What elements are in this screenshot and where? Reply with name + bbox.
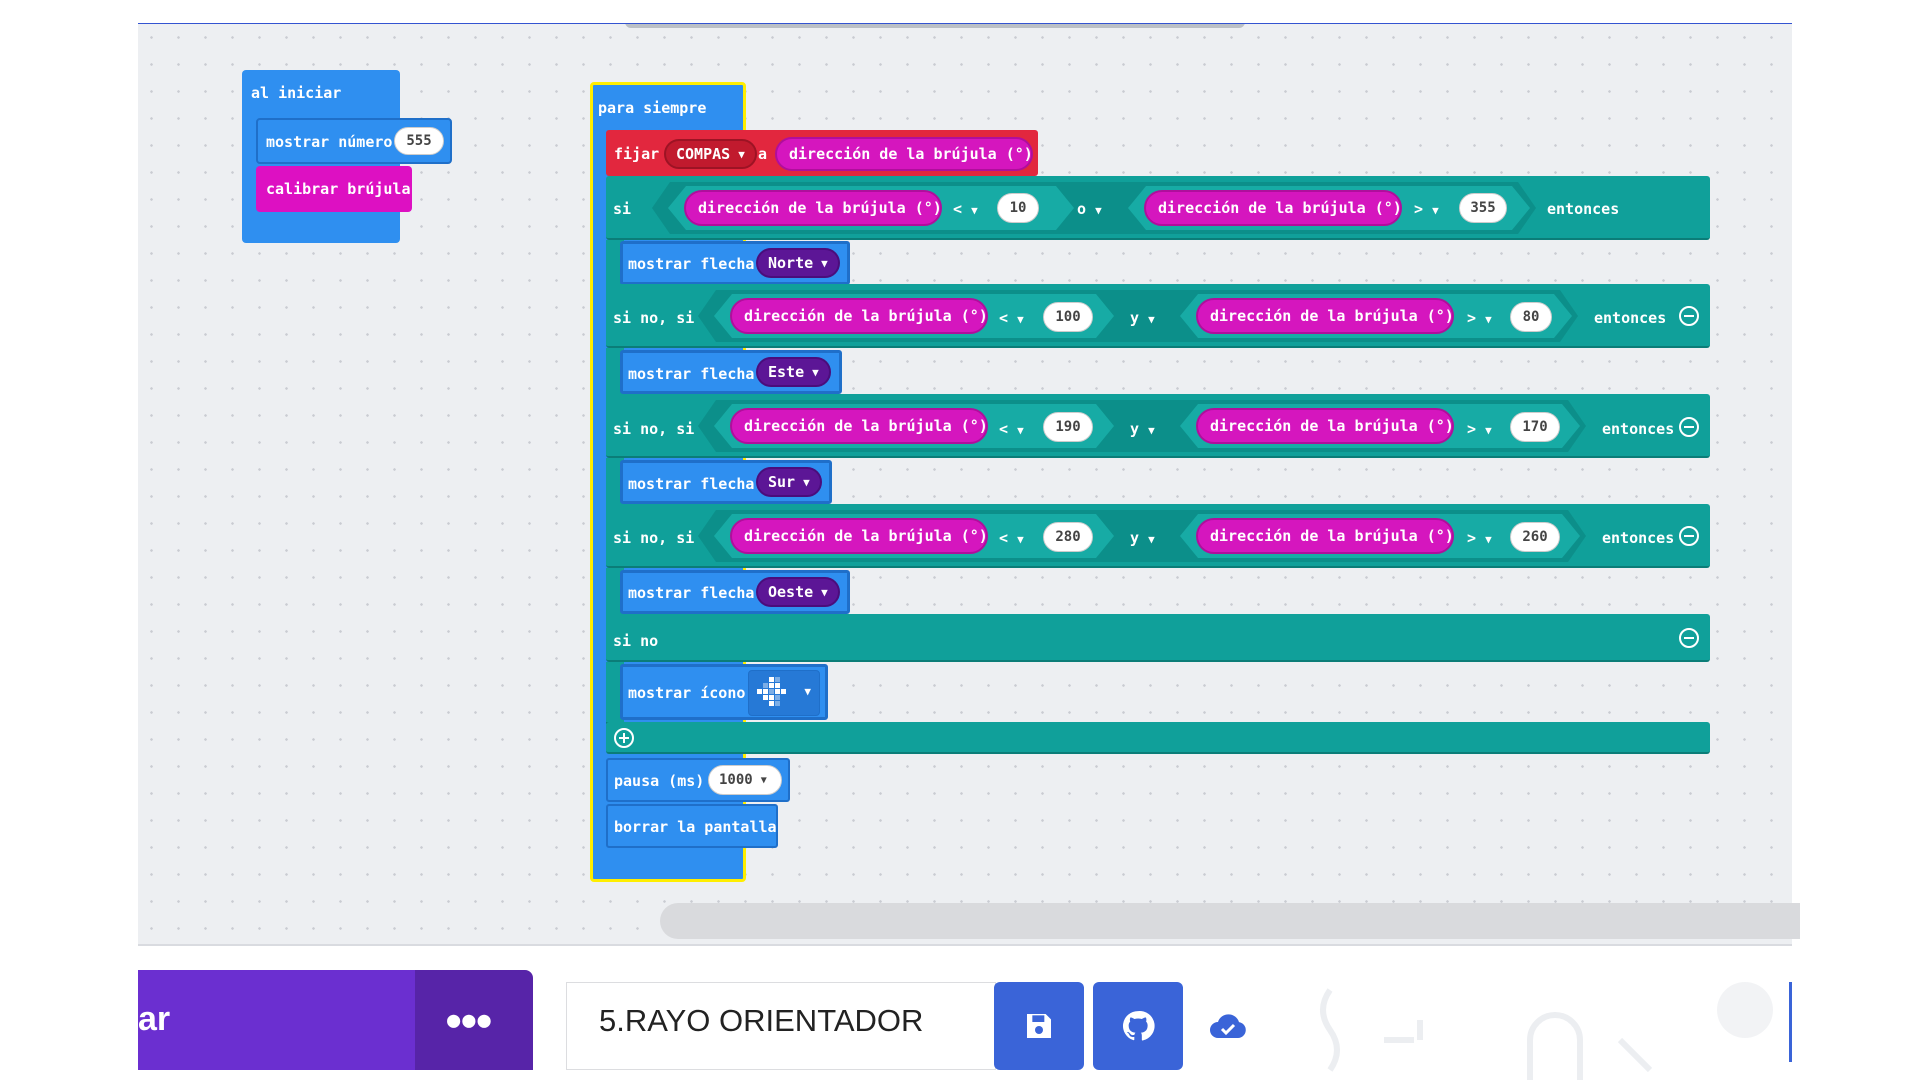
then-label: entonces [1602,420,1675,438]
chevron-down-icon: ▼ [821,256,828,270]
arrow-direction: Oeste [768,583,814,601]
show-arrow-label: mostrar flecha [628,584,755,602]
compare-value[interactable]: 190 [1043,412,1093,442]
operator-dropdown[interactable]: > ▼ [1467,309,1492,327]
if-label: si [613,200,632,218]
more-button[interactable]: ●●● [415,970,533,1070]
operator-dropdown[interactable]: > ▼ [1467,420,1492,438]
then-label: entonces [1594,309,1667,327]
arrow-direction: Norte [768,254,814,272]
show-icon-label: mostrar ícono [628,684,746,702]
joiner-dropdown[interactable]: o ▼ [1077,200,1102,218]
chevron-down-icon: ▼ [804,685,811,698]
panel-edge [1789,982,1792,1062]
else-if-label: si no, si [613,420,695,438]
arrow-dropdown[interactable]: Este ▼ [756,357,831,387]
variable-dropdown[interactable]: COMPAS ▼ [664,139,757,169]
compass-heading-reporter[interactable]: dirección de la brújula (°) [730,518,988,554]
operator-dropdown[interactable]: < ▼ [999,309,1024,327]
show-arrow-label: mostrar flecha [628,365,755,383]
show-arrow-label: mostrar flecha [628,255,755,273]
compare-value[interactable]: 80 [1510,302,1552,332]
horizontal-scrollbar[interactable] [660,903,1800,939]
arrow-dropdown[interactable]: Norte ▼ [756,248,840,278]
save-icon [1027,1014,1051,1038]
variable-name: COMPAS [676,145,731,163]
pause-label: pausa (ms) [614,772,705,790]
else-block[interactable] [606,614,1710,662]
to-label: a [758,145,768,163]
compass-heading-reporter[interactable]: dirección de la brújula (°) [1196,518,1454,554]
compare-value[interactable]: 260 [1510,522,1560,552]
arrow-direction: Este [768,363,805,381]
compare-value[interactable]: 355 [1459,193,1507,223]
workspace-bottom-border [138,944,1792,946]
project-name-input[interactable]: 5.RAYO ORIENTADOR [566,982,996,1070]
joiner-dropdown[interactable]: y ▼ [1130,529,1155,547]
show-number-label: mostrar número [266,133,393,151]
footer-decoration [1320,982,1773,1080]
compass-heading-reporter[interactable]: dirección de la brújula (°) [730,298,988,334]
calibrate-compass-label: calibrar brújula [266,180,411,198]
compass-heading-reporter[interactable]: dirección de la brújula (°) [1196,298,1454,334]
pause-value-dropdown[interactable]: 1000 ▼ [708,765,782,795]
on-start-label: al iniciar [251,84,342,102]
set-label: fijar [614,145,660,163]
chevron-down-icon: ▼ [821,585,828,599]
arrow-dropdown[interactable]: Oeste ▼ [756,577,840,607]
chevron-down-icon: ▼ [812,365,819,379]
compare-value[interactable]: 100 [1043,302,1093,332]
compare-value[interactable]: 10 [997,193,1039,223]
cloud-sync-button[interactable] [1208,1012,1248,1042]
chevron-down-icon: ▼ [760,774,767,786]
operator-dropdown[interactable]: > ▼ [1414,200,1439,218]
else-if-label: si no, si [613,529,695,547]
led-grid-icon [757,677,786,706]
compass-heading-reporter[interactable]: dirección de la brújula (°) [1196,408,1454,444]
then-label: entonces [1602,529,1675,547]
operator-dropdown[interactable]: < ▼ [953,200,978,218]
compare-value[interactable]: 170 [1510,412,1560,442]
compare-value[interactable]: 280 [1043,522,1093,552]
compass-heading-reporter[interactable]: dirección de la brújula (°) [730,408,988,444]
arrow-direction: Sur [768,473,796,491]
show-arrow-label: mostrar flecha [628,475,755,493]
else-if-label: si no, si [613,309,695,327]
compass-heading-reporter[interactable]: dirección de la brújula (°) [1144,190,1402,226]
add-branch-icon[interactable] [614,728,634,748]
cloud-check-icon [1210,1014,1246,1038]
show-number-value[interactable]: 555 [394,127,444,155]
more-icon: ●●● [447,1008,493,1033]
project-name-value: 5.RAYO ORIENTADOR [599,1003,924,1038]
download-label: ar [138,1000,171,1038]
download-button[interactable]: ar [138,970,418,1070]
operator-dropdown[interactable]: > ▼ [1467,529,1492,547]
remove-branch-icon[interactable] [1679,306,1699,326]
then-label: entonces [1547,200,1620,218]
chevron-down-icon: ▼ [803,475,810,489]
compass-heading-reporter[interactable]: dirección de la brújula (°) [775,137,1033,171]
github-icon [1122,1011,1155,1041]
remove-branch-icon[interactable] [1679,417,1699,437]
compass-heading-reporter[interactable]: dirección de la brújula (°) [684,190,942,226]
else-label: si no [613,632,659,650]
github-button[interactable] [1093,982,1183,1070]
remove-branch-icon[interactable] [1679,526,1699,546]
forever-label: para siempre [598,99,707,117]
pause-value: 1000 [719,772,753,788]
remove-else-icon[interactable] [1679,628,1699,648]
if-block-end [606,722,1710,754]
operator-dropdown[interactable]: < ▼ [999,420,1024,438]
joiner-dropdown[interactable]: y ▼ [1130,420,1155,438]
icon-picker-dropdown[interactable]: ▼ [748,670,820,716]
toolbar-shadow [625,24,1245,28]
arrow-dropdown[interactable]: Sur ▼ [756,467,822,497]
joiner-dropdown[interactable]: y ▼ [1130,309,1155,327]
clear-screen-label: borrar la pantalla [614,818,777,836]
chevron-down-icon: ▼ [738,147,745,161]
save-button[interactable] [994,982,1084,1070]
operator-dropdown[interactable]: < ▼ [999,529,1024,547]
